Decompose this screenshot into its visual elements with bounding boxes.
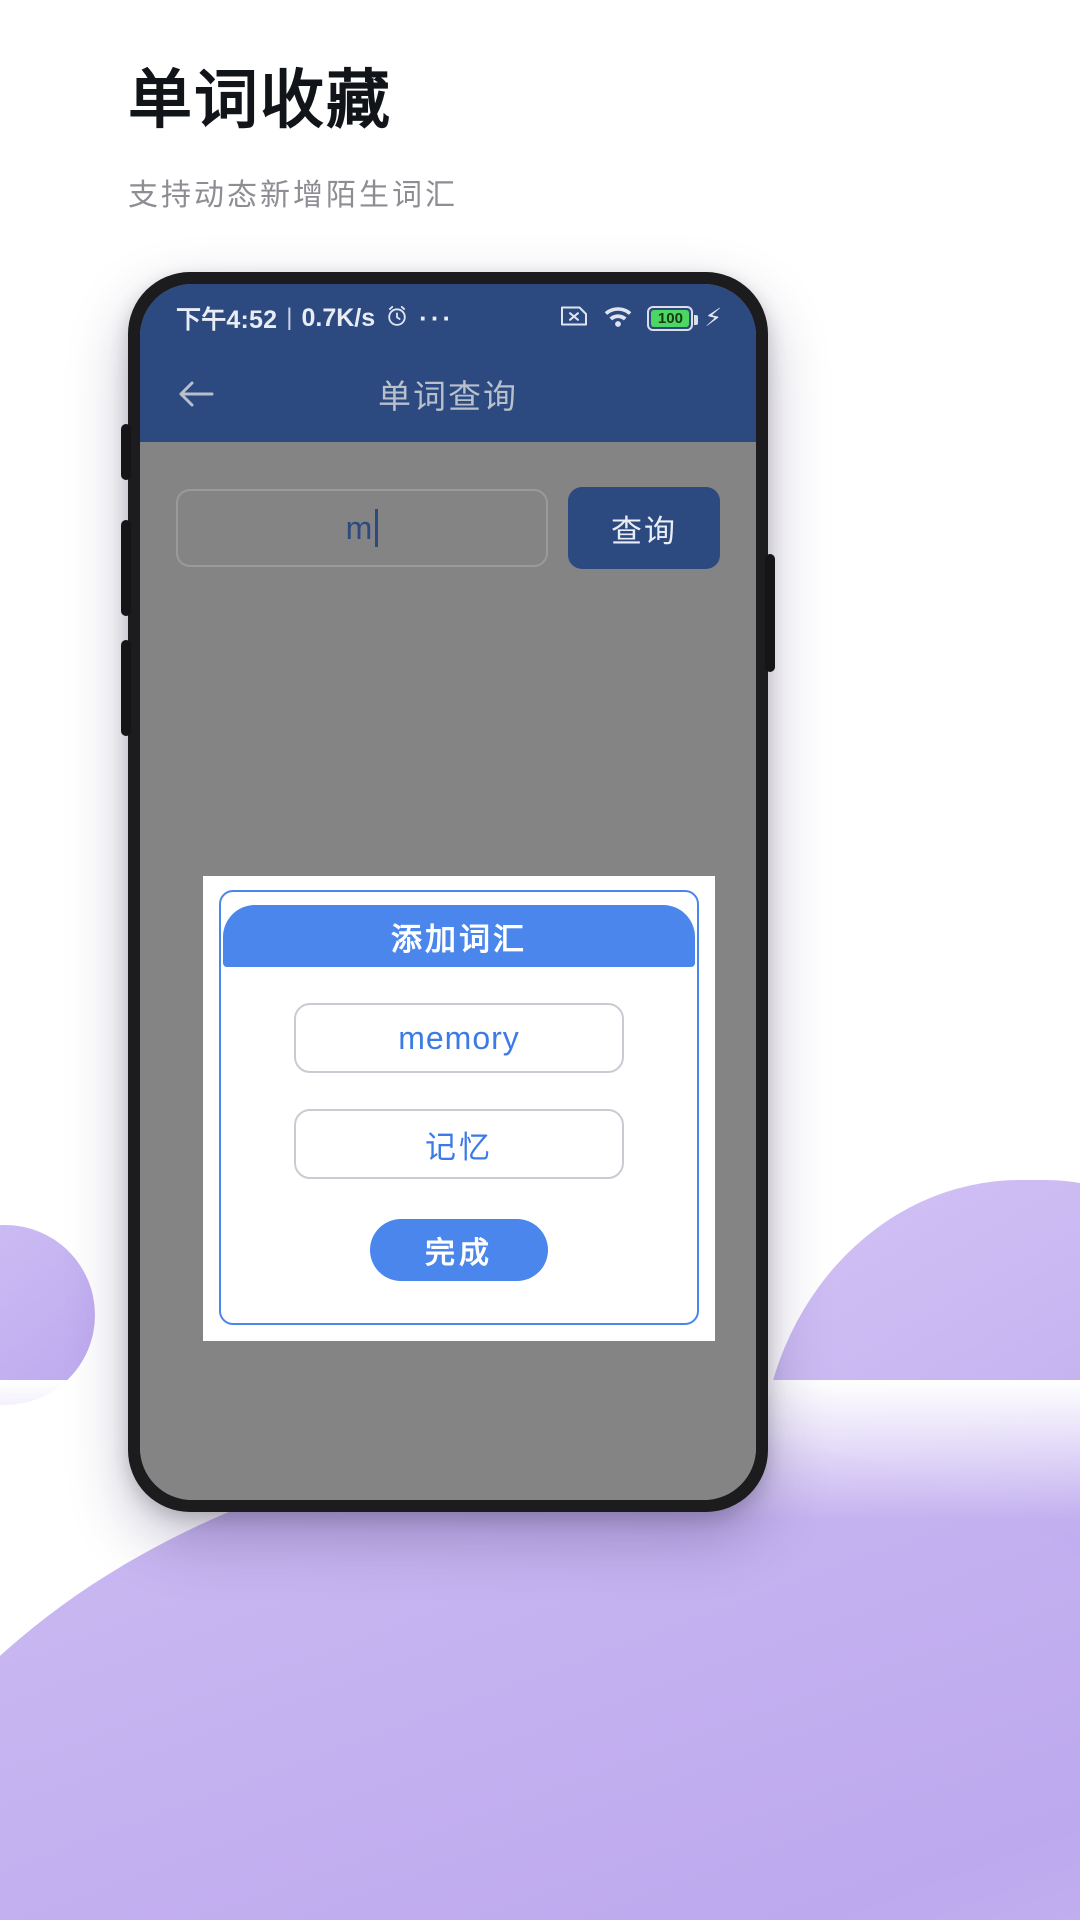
search-button[interactable]: 查询 xyxy=(568,487,720,569)
volume-up-button[interactable] xyxy=(121,424,131,480)
status-bar: 下午4:52 | 0.7K/s ··· 100 ⚡ xyxy=(140,284,756,346)
search-input[interactable]: m xyxy=(176,489,548,567)
done-button[interactable]: 完成 xyxy=(370,1219,548,1281)
battery-icon: 100 xyxy=(647,305,699,331)
page-nav-title: 单词查询 xyxy=(378,378,518,415)
screenshot-root: 单词收藏 支持动态新增陌生词汇 下午4:52 | 0.7K/s ··· 100 … xyxy=(0,0,1080,1920)
charging-bolt-icon: ⚡ xyxy=(704,304,722,332)
volume-down-button[interactable] xyxy=(121,520,131,616)
alarm-clock-icon xyxy=(384,303,410,334)
app-content: m 查询 添加词汇 memory 记忆 完成 xyxy=(140,442,756,1500)
side-button[interactable] xyxy=(121,640,131,736)
word-input[interactable]: memory xyxy=(294,1003,624,1073)
app-nav-bar: 单词查询 xyxy=(140,346,756,442)
phone-mockup: 下午4:52 | 0.7K/s ··· 100 ⚡ 单词查询 m 查询 添加词汇… xyxy=(121,272,775,1512)
text-caret xyxy=(375,509,379,547)
page-subtitle: 支持动态新增陌生词汇 xyxy=(128,179,458,212)
page-heading-group: 单词收藏 支持动态新增陌生词汇 xyxy=(128,60,458,214)
add-word-dialog-body: 添加词汇 memory 记忆 完成 xyxy=(219,890,699,1325)
battery-level: 100 xyxy=(657,309,683,327)
status-separator: | xyxy=(286,304,293,331)
status-network-speed: 0.7K/s xyxy=(301,303,376,332)
back-arrow-icon[interactable] xyxy=(170,368,222,420)
status-time: 下午4:52 xyxy=(176,306,278,334)
add-word-dialog: 添加词汇 memory 记忆 完成 xyxy=(203,876,715,1341)
status-more-icon: ··· xyxy=(419,302,455,333)
status-bar-right: 100 ⚡ xyxy=(559,303,722,334)
phone-screen: 下午4:52 | 0.7K/s ··· 100 ⚡ 单词查询 m 查询 添加词汇… xyxy=(140,284,756,1500)
wifi-icon xyxy=(602,303,634,334)
page-title: 单词收藏 xyxy=(128,64,392,136)
phone-frame: 下午4:52 | 0.7K/s ··· 100 ⚡ 单词查询 m 查询 添加词汇… xyxy=(121,272,775,1512)
add-word-dialog-title: 添加词汇 xyxy=(223,905,695,967)
search-row: m 查询 xyxy=(140,442,756,569)
decorative-blob-left xyxy=(0,1225,95,1405)
meaning-input[interactable]: 记忆 xyxy=(294,1109,624,1179)
status-bar-left: 下午4:52 | 0.7K/s ··· xyxy=(176,300,454,336)
no-sim-icon xyxy=(559,303,589,334)
search-input-value: m xyxy=(346,509,379,547)
power-button[interactable] xyxy=(765,554,775,672)
